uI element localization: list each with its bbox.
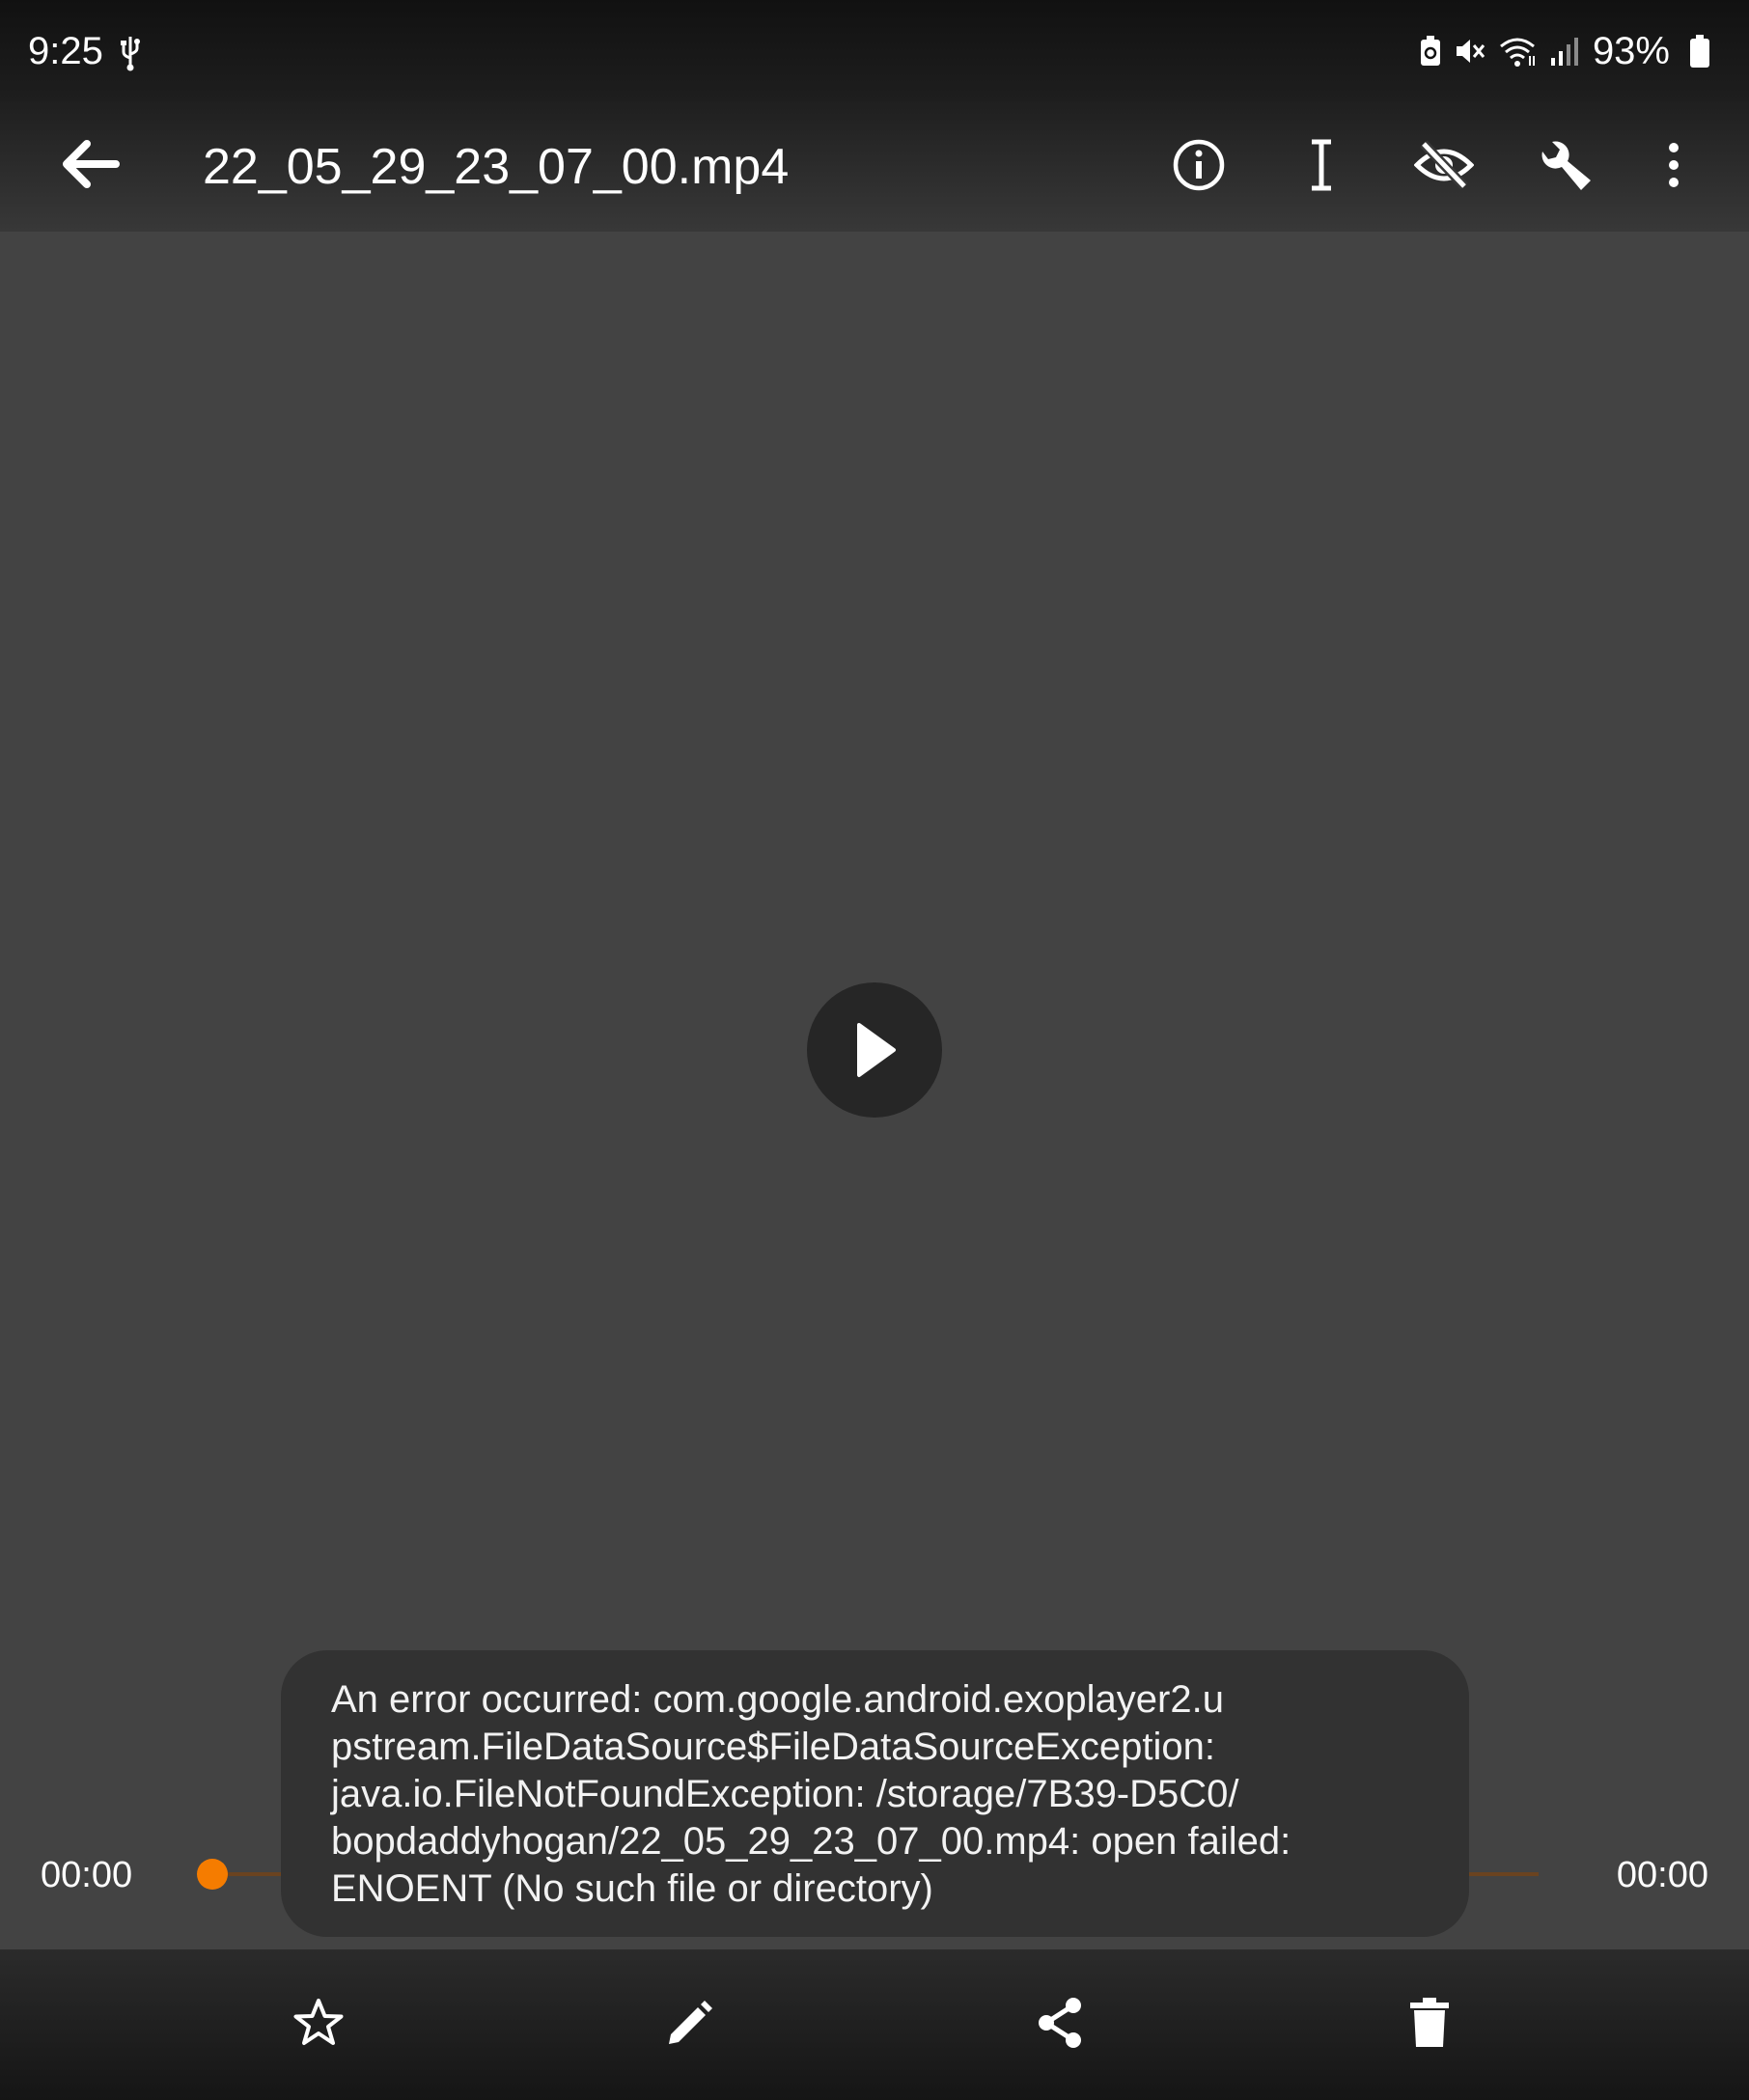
delete-icon	[1410, 1998, 1449, 2047]
status-time: 9:25	[28, 30, 103, 72]
text-cursor-icon	[1312, 139, 1331, 191]
edit-button[interactable]	[652, 1984, 729, 2061]
back-arrow-icon	[63, 140, 120, 188]
share-button[interactable]	[1021, 1984, 1098, 2061]
total-time: 00:00	[1616, 1855, 1708, 1895]
tools-button[interactable]	[1527, 126, 1604, 204]
error-toast: An error occurred: com.google.android.ex…	[281, 1650, 1469, 1937]
delete-button[interactable]	[1391, 1984, 1468, 2061]
signal-icon	[1550, 38, 1578, 66]
text-tool-button[interactable]	[1283, 126, 1360, 204]
bottom-bar	[0, 1949, 1749, 2100]
battery-saver-icon	[1420, 36, 1440, 66]
more-vert-icon	[1669, 143, 1679, 187]
favorite-button[interactable]	[280, 1984, 357, 2061]
current-time: 00:00	[41, 1855, 133, 1895]
battery-percent: 93%	[1592, 29, 1670, 72]
info-button[interactable]	[1160, 126, 1237, 204]
usb-icon	[121, 37, 140, 71]
star-outline-icon	[293, 1999, 344, 2045]
mute-icon	[1456, 40, 1485, 63]
status-icons: 93%	[1407, 27, 1710, 75]
play-icon	[857, 1023, 896, 1077]
back-button[interactable]	[56, 130, 124, 198]
battery-icon	[1690, 35, 1709, 68]
more-options-button[interactable]	[1635, 126, 1712, 204]
status-bar: 9:25 93%	[0, 0, 1749, 101]
wrench-icon	[1541, 141, 1591, 190]
play-button[interactable]	[807, 982, 942, 1118]
visibility-off-icon	[1414, 140, 1474, 190]
file-title: 22_05_29_23_07_00.mp4	[203, 139, 790, 195]
app-bar: 22_05_29_23_07_00.mp4	[0, 101, 1749, 232]
seek-thumb[interactable]	[197, 1859, 228, 1890]
hide-button[interactable]	[1405, 126, 1483, 204]
share-icon	[1039, 1998, 1081, 2048]
edit-icon	[669, 2001, 712, 2044]
info-icon	[1173, 139, 1225, 191]
wifi-icon	[1499, 38, 1535, 67]
